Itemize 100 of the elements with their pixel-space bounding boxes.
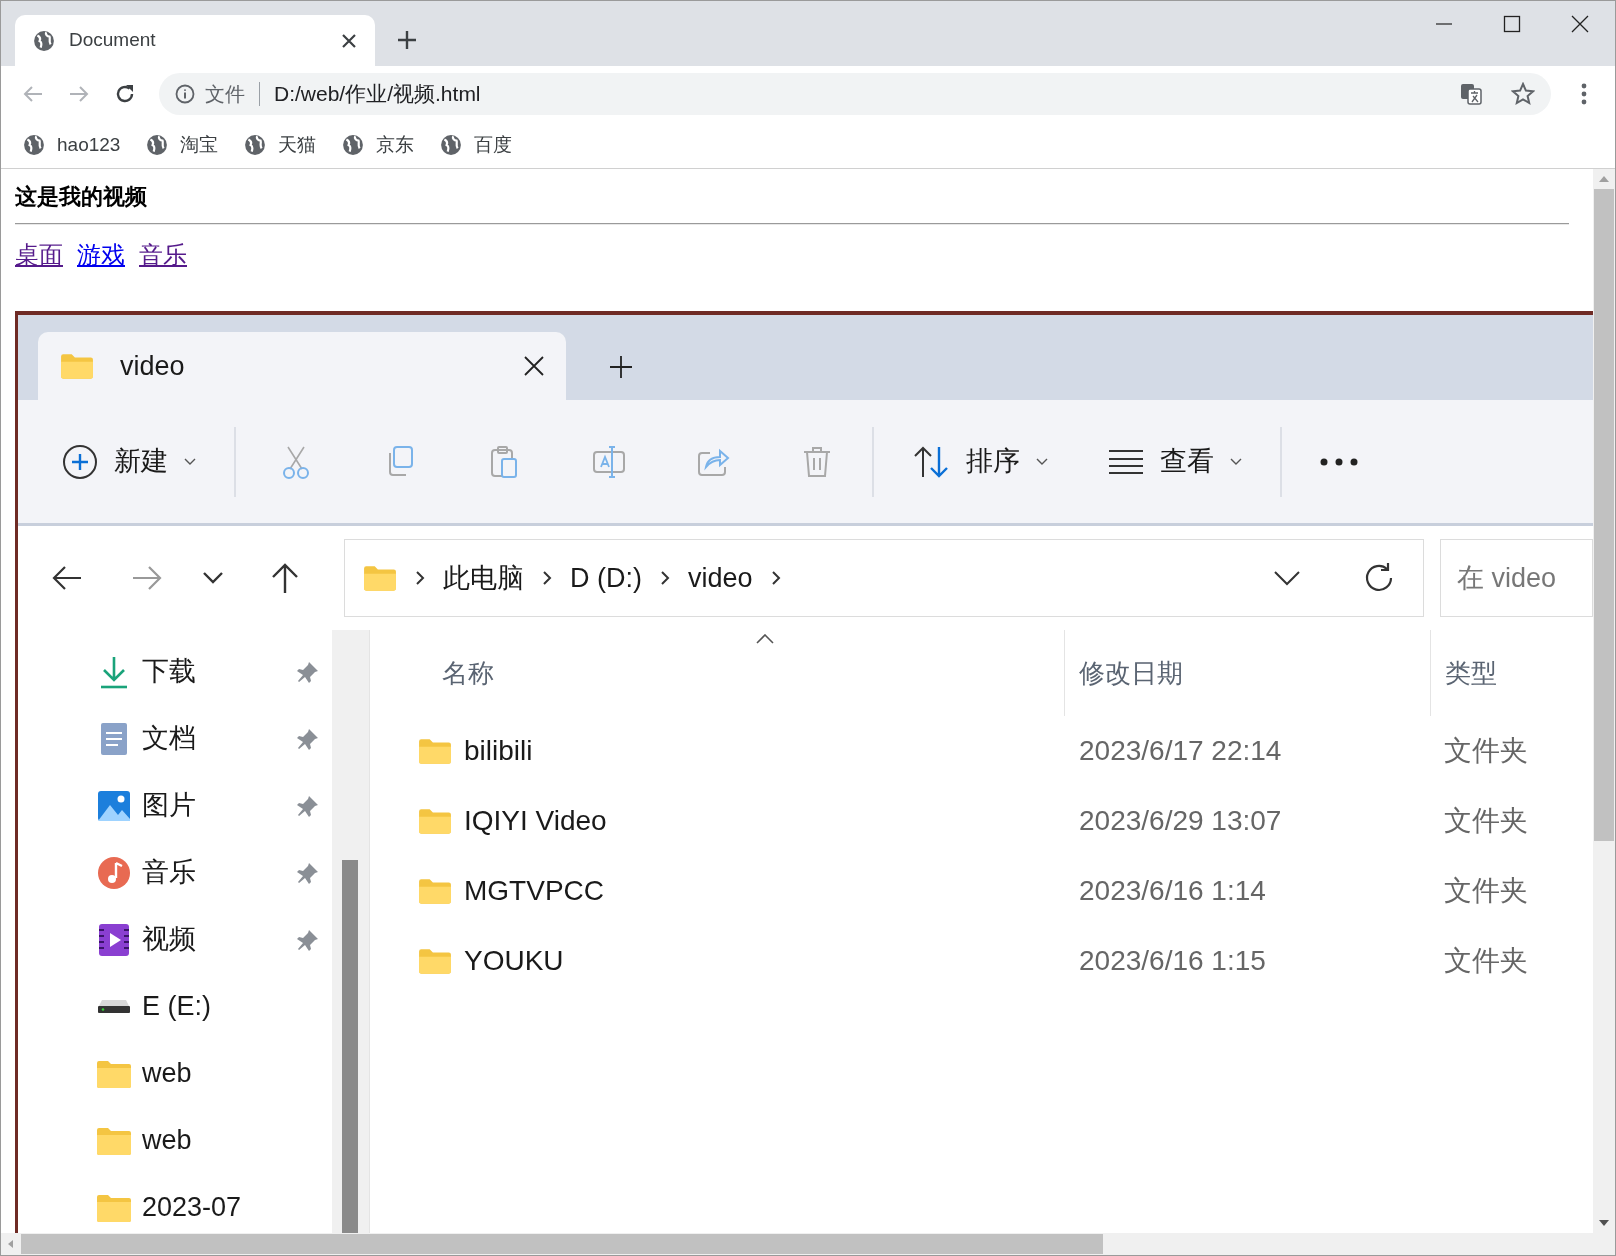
folder-icon [363, 564, 397, 592]
nav-item[interactable]: 2023-07 [18, 1174, 332, 1233]
sort-button[interactable]: 排序 [912, 441, 1048, 482]
star-icon[interactable] [1511, 82, 1535, 106]
column-header[interactable]: 修改日期 [1064, 630, 1430, 716]
chevron-down-icon[interactable] [1273, 570, 1301, 586]
back-icon[interactable] [52, 565, 82, 591]
caret-icon [1230, 457, 1242, 466]
new-tab-icon[interactable] [610, 356, 632, 378]
file-name[interactable]: IQIYI Video [464, 800, 607, 842]
table-cell-text: 文件夹 [1443, 734, 1529, 768]
breadcrumb-bar[interactable]: 此电脑 D (D:) video [344, 539, 1424, 617]
file-name[interactable]: YOUKU [464, 940, 564, 982]
new-button[interactable]: 新建 [62, 441, 196, 482]
globe-icon [342, 134, 365, 156]
nav-item[interactable]: E (E:) [18, 973, 332, 1040]
scrollbar-thumb[interactable] [342, 860, 358, 1233]
forward-icon[interactable] [132, 565, 162, 591]
globe-icon [33, 29, 55, 52]
tab-title: Document [69, 28, 157, 53]
info-icon[interactable] [175, 84, 195, 104]
globe-icon [440, 134, 463, 156]
folder-icon [418, 947, 452, 975]
close-icon[interactable] [1571, 15, 1589, 33]
page-heading: 这是我的视频 [15, 183, 148, 211]
browser-tab[interactable]: Document [15, 15, 375, 66]
pin-icon[interactable] [296, 927, 320, 952]
table-cell-text: 文件夹 [1443, 944, 1529, 978]
page-link[interactable]: 游戏 [77, 239, 125, 271]
bookmark[interactable]: hao123 [23, 130, 121, 160]
breadcrumb-item[interactable]: D (D:) [570, 557, 642, 599]
tab-title: video [120, 349, 186, 383]
url-text: D:/web/作业/视频.html [274, 81, 482, 108]
up-icon[interactable] [270, 562, 300, 594]
caret-icon [1036, 457, 1048, 466]
list-icon [1108, 448, 1144, 475]
drive-icon [96, 998, 132, 1015]
nav-item[interactable]: 视频 [18, 906, 332, 973]
chevron-right-icon [542, 570, 552, 586]
column-header[interactable]: 名称 [416, 630, 1064, 716]
chevron-right-icon [770, 570, 781, 586]
close-icon[interactable] [524, 356, 544, 376]
folder-icon [418, 737, 452, 765]
globe-icon [146, 134, 169, 156]
new-tab-icon[interactable] [397, 30, 417, 50]
nav-item[interactable]: 音乐 [18, 839, 332, 906]
pin-icon[interactable] [296, 726, 320, 751]
refresh-icon[interactable] [1363, 562, 1395, 594]
breadcrumb-item[interactable]: video [688, 557, 753, 599]
table-cell-text: 2023/6/16 1:15 [1078, 944, 1267, 978]
search-field[interactable]: 在 video [1440, 539, 1593, 617]
file-name[interactable]: MGTVPCC [464, 870, 604, 912]
chevron-right-icon [660, 570, 670, 586]
pin-icon[interactable] [296, 860, 320, 885]
rename-icon[interactable] [592, 444, 626, 479]
page-link[interactable]: 音乐 [139, 239, 187, 271]
nav-item[interactable]: web [18, 1040, 332, 1107]
film-icon [96, 921, 132, 958]
pin-icon[interactable] [296, 793, 320, 818]
maximize-icon[interactable] [1503, 15, 1521, 33]
more-icon[interactable] [1320, 457, 1358, 466]
chevron-right-icon [415, 570, 425, 586]
scheme-label: 文件 [205, 82, 245, 107]
translate-icon[interactable] [1459, 82, 1483, 106]
chevron-down-icon[interactable] [202, 571, 224, 585]
bookmark[interactable]: 天猫 [244, 130, 317, 160]
folder-icon [418, 807, 452, 835]
nav-item[interactable]: 文档 [18, 705, 332, 772]
globe-icon [23, 134, 45, 156]
view-button[interactable]: 查看 [1108, 441, 1242, 482]
sort-icon [912, 444, 950, 479]
breadcrumb-item[interactable]: 此电脑 [443, 557, 524, 599]
vertical-scrollbar[interactable] [1593, 169, 1615, 1255]
bookmark[interactable]: 百度 [440, 130, 513, 160]
horizontal-scrollbar[interactable] [1, 1233, 1593, 1255]
nav-item[interactable]: 下载 [18, 638, 332, 705]
nav-item[interactable]: 图片 [18, 772, 332, 839]
plus-circle-icon [62, 443, 98, 480]
nav-item[interactable]: web [18, 1107, 332, 1174]
table-cell-text: 2023/6/17 22:14 [1078, 734, 1283, 768]
folder-icon [60, 352, 94, 380]
explorer-tab[interactable]: video [38, 332, 566, 400]
page-link[interactable]: 桌面 [15, 239, 63, 271]
bookmark[interactable]: 淘宝 [146, 130, 219, 160]
nav-scrollbar[interactable] [332, 630, 370, 1233]
globe-icon [244, 134, 267, 156]
folder-icon [418, 877, 452, 905]
caret-icon [184, 457, 196, 466]
bookmark[interactable]: 京东 [342, 130, 415, 160]
file-name[interactable]: bilibili [464, 730, 533, 772]
close-icon[interactable] [341, 32, 357, 49]
scrollbar-thumb[interactable] [21, 1234, 1103, 1254]
music-note-icon [96, 854, 132, 891]
table-cell-text: 2023/6/29 13:07 [1078, 804, 1283, 838]
table-cell-text: 文件夹 [1443, 804, 1529, 838]
menu-icon[interactable] [1581, 83, 1587, 105]
table-cell-text: 文件夹 [1443, 874, 1529, 908]
scrollbar-thumb[interactable] [1594, 189, 1614, 841]
pin-icon[interactable] [296, 659, 320, 684]
address-bar[interactable]: 文件 D:/web/作业/视频.html [159, 73, 1551, 115]
